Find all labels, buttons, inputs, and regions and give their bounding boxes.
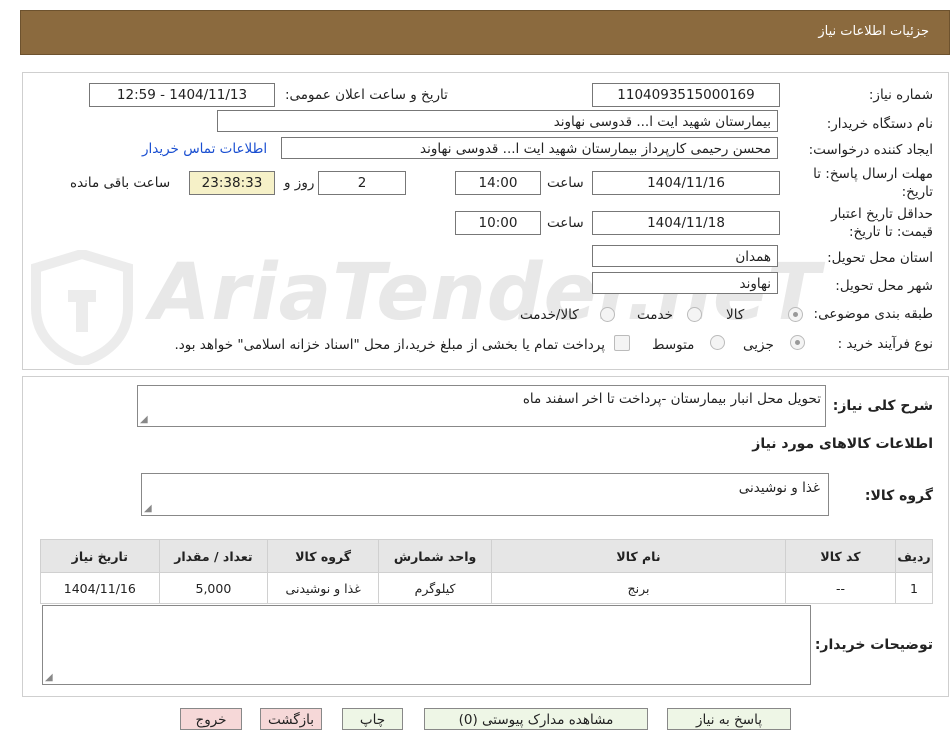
cell-name: برنج [491,572,786,604]
col-group: گروه کالا [267,539,380,573]
goods-group-textarea[interactable]: غذا و نوشیدنی ◢ [141,473,829,516]
days-label: روز و [284,175,315,191]
watermark-shield-icon [31,250,133,365]
treasury-checkbox[interactable] [614,335,630,351]
process-label: نوع فرآیند خرید : [837,336,933,352]
price-validity-time: 10:00 [455,211,541,235]
col-unit: واحد شمارش [378,539,493,573]
buyer-org-value: بیمارستان شهید ایت ا... قدوسی نهاوند [217,110,778,132]
city-label: شهر محل تحویل: [835,278,933,294]
cell-unit: کیلوگرم [378,572,493,604]
resize-grip-icon[interactable]: ◢ [140,415,148,425]
reply-time-label: ساعت [547,175,584,191]
announce-value: 1404/11/13 - 12:59 [89,83,275,107]
col-date: تاریخ نیاز [40,539,160,573]
creator-value: محسن رحیمی کارپرداز بیمارستان شهید ایت ا… [281,137,778,159]
price-validity-label-1: حداقل تاریخ اعتبار [831,206,933,222]
goods-group-label: گروه کالا: [864,488,933,504]
category-radio-service[interactable] [687,307,702,322]
remaining-label: ساعت باقی مانده [70,175,171,191]
col-qty: تعداد / مقدار [158,539,269,573]
province-value: همدان [592,245,778,267]
cell-group: غذا و نوشیدنی [267,572,380,604]
back-button[interactable]: بازگشت [260,708,322,730]
remaining-days: 2 [318,171,406,195]
price-validity-date: 1404/11/18 [592,211,780,235]
category-radio-goods[interactable] [788,307,803,322]
cell-qty: 5,000 [158,572,269,604]
col-row: ردیف [895,539,933,573]
col-name: نام کالا [491,539,786,573]
reply-deadline-date: 1404/11/16 [592,171,780,195]
reply-button[interactable]: پاسخ به نیاز [667,708,791,730]
print-button[interactable]: چاپ [342,708,403,730]
buyer-contact-link[interactable]: اطلاعات تماس خریدار [142,141,267,157]
items-table-header: ردیف کد کالا نام کالا واحد شمارش گروه کا… [40,539,933,573]
city-value: نهاوند [592,272,778,294]
cell-code: -- [784,572,897,604]
table-row: 1 -- برنج کیلوگرم غذا و نوشیدنی 5,000 14… [40,572,933,604]
need-number-value: 1104093515000169 [592,83,780,107]
resize-grip-icon[interactable]: ◢ [144,504,152,514]
process-radio-medium[interactable] [710,335,725,350]
cell-date: 1404/11/16 [40,572,160,604]
need-number-label: شماره نیاز: [868,87,933,103]
page-title: جزئیات اطلاعات نیاز [818,24,929,39]
items-table: ردیف کد کالا نام کالا واحد شمارش گروه کا… [40,539,933,604]
announce-label: تاریخ و ساعت اعلان عمومی: [285,87,448,103]
buyer-org-label: نام دستگاه خریدار: [826,116,933,132]
process-radio-minor[interactable] [790,335,805,350]
category-radio-goods-service[interactable] [600,307,615,322]
col-code: کد کالا [784,539,897,573]
goods-section-title: اطلاعات کالاهای مورد نیاز [752,436,933,452]
attachments-button[interactable]: مشاهده مدارک پیوستی (0) [424,708,648,730]
category-option-service: خدمت [637,307,673,323]
creator-label: ایجاد کننده درخواست: [808,142,933,158]
process-option-medium: متوسط [652,337,695,353]
goods-group-text: غذا و نوشیدنی [738,480,820,496]
reply-deadline-time: 14:00 [455,171,541,195]
resize-grip-icon[interactable]: ◢ [45,673,53,683]
price-validity-time-label: ساعت [547,215,584,231]
description-text: تحویل محل انبار بیمارستان -پرداخت تا اخر… [522,391,821,407]
reply-deadline-label-1: مهلت ارسال پاسخ: تا [813,166,933,182]
remaining-time: 23:38:33 [189,171,275,195]
price-validity-label-2: قیمت: تا تاریخ: [849,224,933,240]
category-label: طبقه بندی موضوعی: [813,306,933,322]
category-option-goods: کالا [726,307,745,323]
process-option-minor: جزیی [743,337,774,353]
cell-row: 1 [895,572,933,604]
page-header: جزئیات اطلاعات نیاز [20,10,950,55]
reply-deadline-label-2: تاریخ: [901,184,933,200]
treasury-note: پرداخت تمام یا بخشی از مبلغ خرید،از محل … [174,337,605,353]
buyer-notes-textarea[interactable]: ◢ [42,605,811,685]
province-label: استان محل تحویل: [827,250,933,266]
exit-button[interactable]: خروج [180,708,242,730]
buyer-notes-label: توضیحات خریدار: [814,637,933,653]
category-option-goods-service: کالا/خدمت [520,307,579,323]
description-label: شرح کلی نیاز: [832,398,933,414]
description-textarea[interactable]: تحویل محل انبار بیمارستان -پرداخت تا اخر… [137,385,826,427]
